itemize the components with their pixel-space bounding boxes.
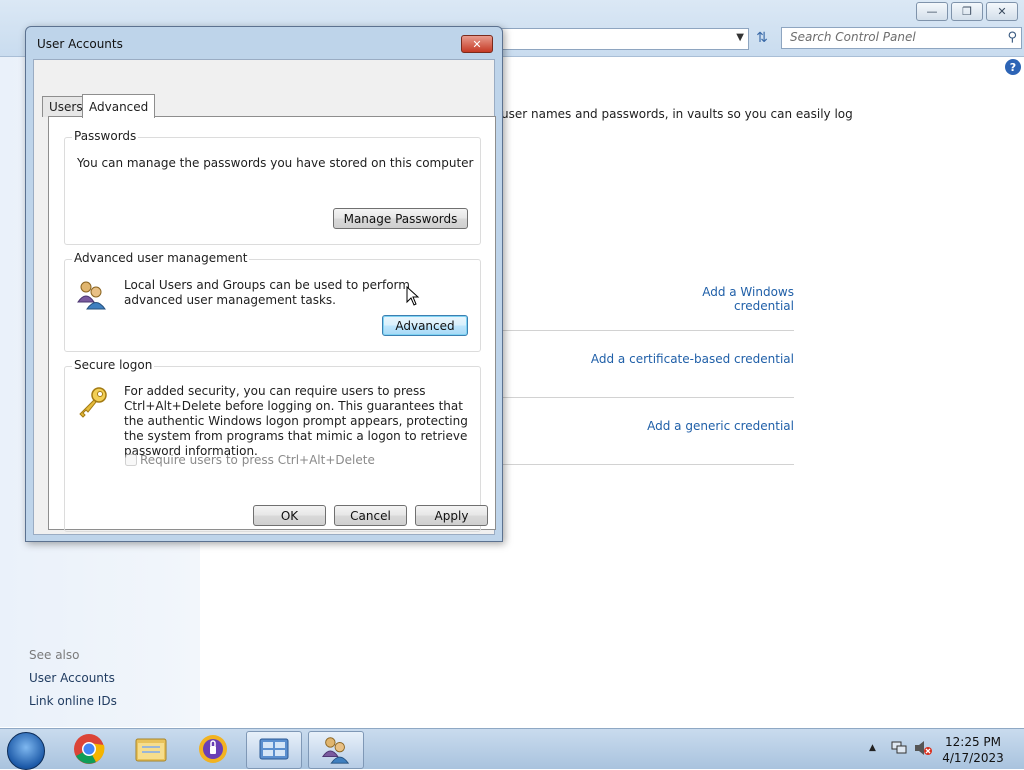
refresh-icon[interactable]: ⇅ — [752, 28, 772, 48]
taskbar-file-explorer[interactable] — [124, 731, 178, 767]
password-manager-icon — [199, 735, 227, 763]
cancel-button[interactable]: Cancel — [334, 505, 407, 526]
clock-date: 4/17/2023 — [942, 751, 1004, 765]
advanced-button[interactable]: Advanced — [382, 315, 468, 336]
search-box[interactable]: ⚲ — [781, 27, 1022, 49]
advanced-user-management-title: Advanced user management — [72, 251, 250, 265]
user-accounts-icon — [321, 737, 350, 764]
passwords-description: You can manage the passwords you have st… — [77, 156, 474, 170]
taskbar-user-accounts[interactable] — [308, 731, 364, 769]
tab-advanced[interactable]: Advanced — [82, 94, 156, 118]
apply-button[interactable]: Apply — [415, 505, 488, 526]
taskbar-password-manager[interactable] — [186, 731, 240, 767]
advanced-tab-panel: Passwords You can manage the passwords y… — [48, 116, 496, 532]
add-windows-credential-link[interactable]: Add a Windows credential — [640, 285, 794, 313]
address-bar[interactable]: ▼ — [500, 28, 749, 50]
volume-muted-icon[interactable] — [914, 740, 932, 756]
start-orb-icon[interactable] — [7, 732, 45, 770]
minimize-button[interactable]: — — [916, 2, 948, 21]
control-panel-icon — [259, 738, 289, 760]
secure-logon-title: Secure logon — [72, 358, 155, 372]
search-input[interactable] — [782, 28, 1000, 46]
ok-button[interactable]: OK — [253, 505, 326, 526]
network-icon[interactable] — [891, 741, 907, 755]
search-icon[interactable]: ⚲ — [1007, 30, 1017, 45]
system-clock[interactable]: 12:25 PM 4/17/2023 — [942, 734, 1004, 766]
divider — [501, 397, 794, 398]
add-generic-credential-link[interactable]: Add a generic credential — [640, 419, 794, 433]
see-also-user-accounts-link[interactable]: User Accounts — [29, 671, 115, 685]
clock-time: 12:25 PM — [945, 735, 1001, 749]
taskbar-control-panel[interactable] — [246, 731, 302, 769]
ctrl-alt-delete-checkbox[interactable] — [125, 454, 137, 466]
see-also-link-online-ids-link[interactable]: Link online IDs — [29, 694, 117, 708]
passwords-group-title: Passwords — [72, 129, 139, 143]
ctrl-alt-delete-label: Require users to press Ctrl+Alt+Delete — [140, 453, 375, 467]
dialog-close-button[interactable]: ✕ — [461, 35, 493, 53]
show-hidden-icons-icon[interactable]: ▲ — [869, 743, 876, 753]
divider — [501, 464, 794, 465]
close-button[interactable]: ✕ — [986, 2, 1018, 21]
taskbar: ▲ 12:25 PM 4/17/2023 — [0, 728, 1024, 770]
restore-button[interactable]: ❐ — [951, 2, 983, 21]
chrome-icon — [74, 734, 105, 764]
manage-passwords-button[interactable]: Manage Passwords — [333, 208, 468, 229]
key-icon — [79, 387, 107, 418]
users-icon — [77, 281, 106, 310]
window-controls: — ❐ ✕ — [916, 2, 1018, 21]
user-accounts-dialog: User Accounts ✕ Users Advanced Passwords… — [25, 26, 503, 542]
taskbar-chrome[interactable] — [62, 731, 116, 767]
credential-manager-description: user names and passwords, in vaults so y… — [501, 107, 853, 121]
folder-icon — [135, 738, 167, 762]
mouse-cursor-icon — [406, 286, 420, 306]
help-icon[interactable]: ? — [1005, 59, 1021, 75]
dialog-body: Users Advanced Passwords You can manage … — [33, 59, 496, 535]
dialog-title: User Accounts — [37, 37, 123, 51]
add-certificate-credential-link[interactable]: Add a certificate-based credential — [590, 352, 794, 366]
secure-logon-description: For added security, you can require user… — [124, 384, 468, 458]
see-also-heading: See also — [29, 648, 80, 662]
passwords-group: Passwords You can manage the passwords y… — [64, 129, 481, 245]
ctrl-alt-delete-option: Require users to press Ctrl+Alt+Delete — [125, 453, 375, 467]
divider — [501, 330, 794, 331]
address-dropdown-icon[interactable]: ▼ — [736, 32, 744, 43]
